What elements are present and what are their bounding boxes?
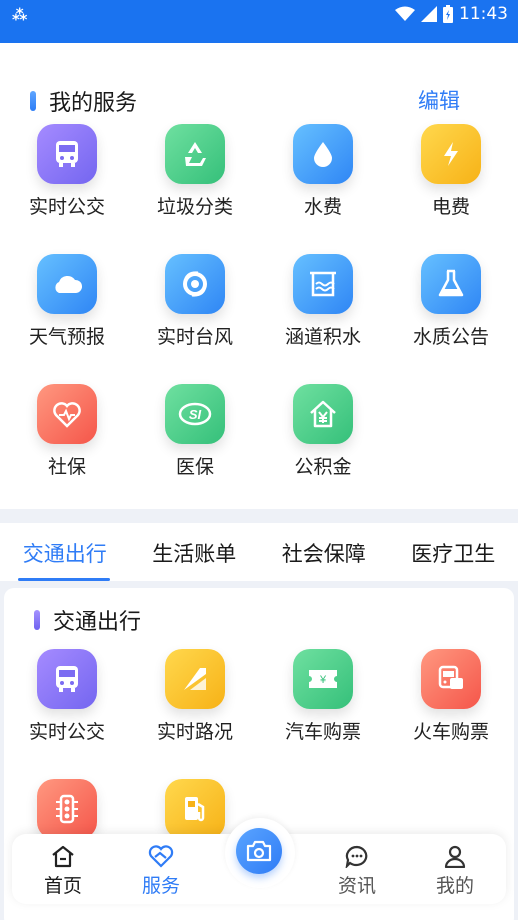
service-label: 实时台风 (156, 326, 233, 348)
house-yen-icon (293, 384, 353, 444)
tab-medical[interactable]: 医疗卫生 (389, 523, 518, 581)
service-tile-medical-insurance[interactable]: SI 医保 (131, 384, 259, 484)
typhoon-icon (165, 254, 225, 314)
water-drop-icon (293, 124, 353, 184)
category-tabs: 交通出行 生活账单 社会保障 医疗卫生 (0, 523, 518, 581)
heart-pulse-icon (37, 384, 97, 444)
service-label: 社保 (47, 456, 86, 478)
service-label: 天气预报 (28, 326, 105, 348)
wifi-icon (395, 6, 415, 21)
traffic-tile-bus-ticket[interactable]: ¥ 汽车购票 (259, 649, 387, 749)
service-tile-water-fee[interactable]: 水费 (259, 124, 387, 224)
service-tile-electric-fee[interactable]: 电费 (387, 124, 515, 224)
nav-profile[interactable]: 我的 (415, 844, 495, 898)
service-label: 公积金 (294, 456, 352, 478)
service-tile-bus[interactable]: 实时公交 (3, 124, 131, 224)
person-icon (415, 844, 495, 870)
waterlogging-icon (293, 254, 353, 314)
service-tile-social-security[interactable]: 社保 (3, 384, 131, 484)
service-tile-weather[interactable]: 天气预报 (3, 254, 131, 354)
traffic-tile-bus[interactable]: 实时公交 (3, 649, 131, 749)
bus-icon (37, 649, 97, 709)
status-bar: ⁂ 11:43 (0, 0, 518, 43)
service-tile-waterlogging[interactable]: 涵道积水 (259, 254, 387, 354)
chat-icon (317, 844, 397, 870)
nav-service[interactable]: 服务 (121, 844, 201, 898)
home-icon (23, 844, 103, 870)
edit-button[interactable]: 编辑 (418, 85, 460, 115)
battery-icon (443, 5, 453, 23)
si-icon: SI (165, 384, 225, 444)
service-label: 电费 (431, 196, 470, 218)
service-label: 火车购票 (412, 721, 489, 743)
nav-label: 我的 (435, 875, 474, 897)
service-label: 实时路况 (156, 721, 233, 743)
fuel-icon (165, 779, 225, 839)
service-label: 涵道积水 (284, 326, 361, 348)
service-label: 水质公告 (412, 326, 489, 348)
tab-traffic[interactable]: 交通出行 (0, 523, 130, 581)
nav-label: 首页 (43, 875, 82, 897)
nav-label: 服务 (141, 875, 180, 897)
service-label: 水费 (303, 196, 342, 218)
road-icon (165, 649, 225, 709)
cloud-icon (37, 254, 97, 314)
traffic-section-header: 交通出行 (34, 604, 141, 636)
nav-news[interactable]: 资讯 (317, 844, 397, 898)
recycle-icon (165, 124, 225, 184)
nav-home[interactable]: 首页 (23, 844, 103, 898)
service-tile-water-quality[interactable]: 水质公告 (387, 254, 515, 354)
section-title: 交通出行 (53, 610, 142, 635)
service-icon (121, 844, 201, 870)
train-icon (421, 649, 481, 709)
camera-icon (246, 840, 272, 862)
service-tile-housing-fund[interactable]: 公积金 (259, 384, 387, 484)
traffic-tile-road[interactable]: 实时路况 (131, 649, 259, 749)
lightning-icon (421, 124, 481, 184)
service-tile-garbage[interactable]: 垃圾分类 (131, 124, 259, 224)
svg-text:SI: SI (189, 407, 202, 422)
clock: 11:43 (459, 4, 508, 24)
service-label: 医保 (175, 456, 214, 478)
tab-life-bills[interactable]: 生活账单 (130, 523, 260, 581)
service-tile-typhoon[interactable]: 实时台风 (131, 254, 259, 354)
svg-text:¥: ¥ (319, 674, 327, 686)
app-notification-icon: ⁂ (12, 6, 28, 24)
section-indicator (30, 91, 36, 111)
traffic-tile-train-ticket[interactable]: 火车购票 (387, 649, 515, 749)
nav-label: 资讯 (337, 875, 376, 897)
camera-button[interactable] (236, 828, 282, 874)
section-indicator (34, 610, 40, 630)
service-label: 垃圾分类 (156, 196, 233, 218)
section-title: 我的服务 (49, 91, 138, 116)
bus-icon (37, 124, 97, 184)
my-services-header: 我的服务 (30, 85, 137, 117)
service-label: 实时公交 (28, 196, 105, 218)
ticket-icon: ¥ (293, 649, 353, 709)
signal-icon (421, 6, 437, 22)
traffic-light-icon (37, 779, 97, 839)
tab-social-security[interactable]: 社会保障 (259, 523, 389, 581)
service-label: 汽车购票 (284, 721, 361, 743)
flask-icon (421, 254, 481, 314)
service-label: 实时公交 (28, 721, 105, 743)
